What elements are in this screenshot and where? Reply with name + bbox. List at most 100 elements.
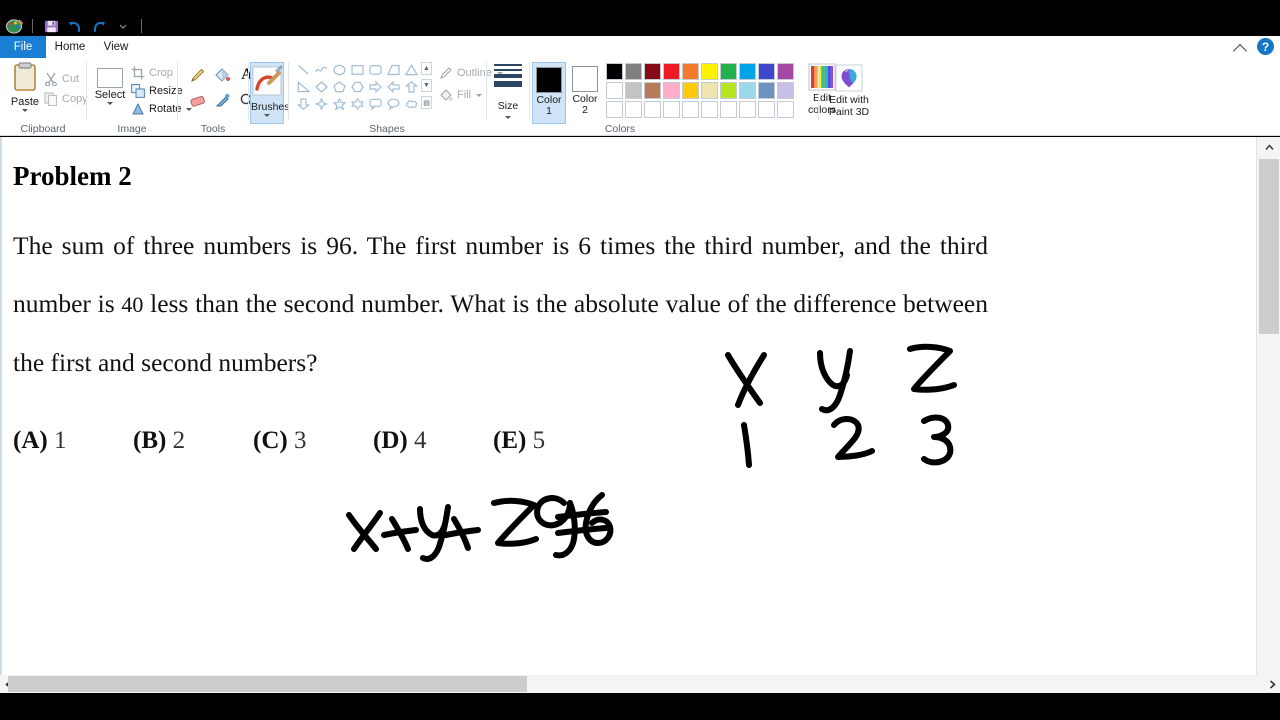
palette-swatch-r2-c6[interactable] (701, 82, 718, 99)
copy-button[interactable]: Copy (44, 92, 88, 106)
customize-qat-button[interactable] (113, 16, 133, 36)
palette-swatch-r3-c3[interactable] (644, 101, 661, 118)
paste-button[interactable]: Paste (10, 62, 40, 112)
shape-six-point-star-icon[interactable] (349, 96, 366, 112)
tab-home[interactable]: Home (46, 36, 94, 58)
image-canvas[interactable]: Problem 2 The sum of three numbers is 96… (2, 137, 1256, 689)
palette-swatch-r3-c10[interactable] (777, 101, 794, 118)
palette-swatch-r2-c3[interactable] (644, 82, 661, 99)
shape-pentagon-icon[interactable] (331, 79, 348, 95)
collapse-ribbon-icon[interactable] (1233, 40, 1247, 54)
shape-line-icon[interactable] (295, 62, 312, 78)
select-dropdown-caret-icon[interactable] (107, 102, 113, 105)
shape-triangle-icon[interactable] (403, 62, 420, 78)
shape-cloud-callout-icon[interactable] (403, 96, 420, 112)
shape-curve-icon[interactable] (313, 62, 330, 78)
palette-swatch-r1-c8[interactable] (739, 63, 756, 80)
canvas-area[interactable]: Problem 2 The sum of three numbers is 96… (0, 137, 1256, 689)
palette-swatch-r2-c4[interactable] (663, 82, 680, 99)
answer-choice-c[interactable]: (C) 3 (253, 427, 373, 455)
brushes-dropdown-caret-icon[interactable] (264, 114, 270, 117)
cut-button[interactable]: Cut (44, 72, 79, 86)
palette-swatch-r2-c10[interactable] (777, 82, 794, 99)
shapes-scroll-down-button[interactable]: ▼ (421, 79, 432, 92)
palette-swatch-r3-c1[interactable] (606, 101, 623, 118)
shape-up-arrow-icon[interactable] (403, 79, 420, 95)
palette-swatch-r1-c4[interactable] (663, 63, 680, 80)
shape-polygon-icon[interactable] (385, 62, 402, 78)
vertical-scrollbar[interactable] (1256, 137, 1280, 689)
shape-down-arrow-icon[interactable] (295, 96, 312, 112)
scroll-up-arrow-icon[interactable] (1257, 137, 1280, 157)
size-dropdown-caret-icon[interactable] (505, 116, 511, 119)
shape-rounded-rectangle-icon[interactable] (367, 62, 384, 78)
palette-swatch-r2-c1[interactable] (606, 82, 623, 99)
color-1-button[interactable]: Color 1 (532, 62, 566, 124)
palette-swatch-r1-c2[interactable] (625, 63, 642, 80)
palette-swatch-r1-c5[interactable] (682, 63, 699, 80)
shape-rounded-callout-icon[interactable] (367, 96, 384, 112)
shape-right-triangle-icon[interactable] (295, 79, 312, 95)
shape-oval-icon[interactable] (331, 62, 348, 78)
color-2-button[interactable]: Color 2 (568, 62, 602, 124)
palette-swatch-r1-c3[interactable] (644, 63, 661, 80)
answer-choice-e[interactable]: (E) 5 (493, 427, 613, 455)
shape-four-point-star-icon[interactable] (313, 96, 330, 112)
select-button[interactable]: Select (93, 68, 127, 105)
brushes-button[interactable]: Brushes (250, 62, 290, 124)
shape-diamond-icon[interactable] (313, 79, 330, 95)
fill-dropdown-caret-icon[interactable] (476, 93, 483, 97)
vertical-scrollbar-thumb[interactable] (1259, 159, 1279, 334)
palette-swatch-r3-c4[interactable] (663, 101, 680, 118)
palette-swatch-r2-c5[interactable] (682, 82, 699, 99)
answer-choice-d[interactable]: (D) 4 (373, 427, 493, 455)
save-button[interactable] (41, 16, 61, 36)
horizontal-scrollbar[interactable] (0, 675, 1280, 693)
palette-swatch-r3-c5[interactable] (682, 101, 699, 118)
eraser-icon[interactable] (186, 89, 208, 111)
shapes-expand-button[interactable]: ▤ (421, 96, 432, 109)
help-button[interactable]: ? (1257, 38, 1274, 55)
palette-swatch-r3-c6[interactable] (701, 101, 718, 118)
ink-index-2 (831, 416, 875, 460)
palette-swatch-r1-c1[interactable] (606, 63, 623, 80)
palette-swatch-r1-c7[interactable] (720, 63, 737, 80)
shape-oval-callout-icon[interactable] (385, 96, 402, 112)
palette-swatch-r3-c9[interactable] (758, 101, 775, 118)
color-picker-icon[interactable] (211, 89, 233, 111)
palette-swatch-r3-c8[interactable] (739, 101, 756, 118)
palette-swatch-r1-c10[interactable] (777, 63, 794, 80)
palette-swatch-r3-c7[interactable] (720, 101, 737, 118)
palette-swatch-r2-c9[interactable] (758, 82, 775, 99)
crop-button[interactable]: Crop (131, 66, 173, 80)
undo-button[interactable] (65, 16, 85, 36)
choice-d-value: 4 (413, 427, 427, 454)
app-icon[interactable] (4, 16, 24, 36)
pencil-icon[interactable] (186, 64, 208, 86)
horizontal-scrollbar-thumb[interactable] (8, 676, 527, 692)
tab-file[interactable]: File (0, 36, 46, 58)
fill-with-color-icon[interactable] (211, 64, 233, 86)
shape-left-arrow-icon[interactable] (385, 79, 402, 95)
palette-swatch-r3-c2[interactable] (625, 101, 642, 118)
answer-choice-a[interactable]: (A) 1 (13, 427, 133, 455)
fill-button[interactable]: Fill (439, 88, 483, 102)
size-button[interactable] (487, 64, 529, 87)
shape-hexagon-icon[interactable] (349, 79, 366, 95)
shape-right-arrow-icon[interactable] (367, 79, 384, 95)
shapes-scroll-up-button[interactable]: ▲ (421, 62, 432, 75)
resize-button[interactable]: Resize (131, 84, 183, 98)
edit-with-paint3d-button[interactable]: Edit with Paint 3D (826, 62, 872, 118)
palette-swatch-r1-c6[interactable] (701, 63, 718, 80)
answer-choice-b[interactable]: (B) 2 (133, 427, 253, 455)
shape-rectangle-icon[interactable] (349, 62, 366, 78)
palette-swatch-r2-c8[interactable] (739, 82, 756, 99)
shape-five-point-star-icon[interactable] (331, 96, 348, 112)
palette-swatch-r1-c9[interactable] (758, 63, 775, 80)
paste-dropdown-caret-icon[interactable] (22, 109, 28, 112)
tab-view[interactable]: View (94, 36, 138, 58)
scroll-right-arrow-icon[interactable] (1264, 675, 1280, 693)
palette-swatch-r2-c2[interactable] (625, 82, 642, 99)
redo-button[interactable] (89, 16, 109, 36)
palette-swatch-r2-c7[interactable] (720, 82, 737, 99)
